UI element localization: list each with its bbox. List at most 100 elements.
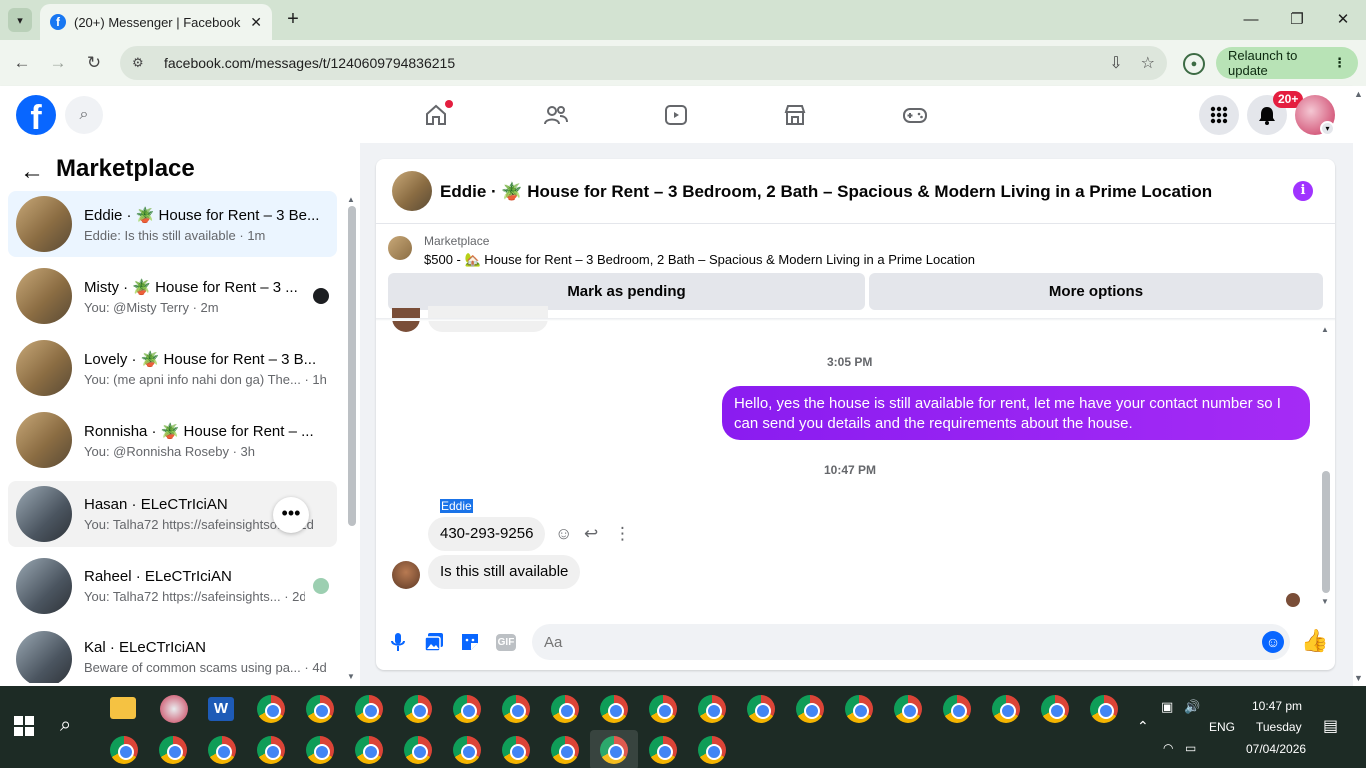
chrome-icon[interactable] — [992, 695, 1020, 723]
microphone-icon[interactable] — [387, 631, 409, 653]
marketplace-icon[interactable] — [782, 102, 808, 128]
conversation-item[interactable]: Raheel · ELeCTrIciAN You: Talha72 https:… — [8, 553, 337, 619]
chrome-icon[interactable] — [453, 695, 481, 723]
chrome-icon[interactable] — [502, 736, 530, 764]
chrome-icon[interactable] — [355, 736, 383, 764]
search-icon[interactable]: ⌕ — [60, 714, 71, 737]
more-actions-icon[interactable]: ⋮ — [614, 524, 631, 544]
chrome-icon[interactable] — [551, 695, 579, 723]
address-bar[interactable]: ⚙ facebook.com/messages/t/12406097948362… — [120, 46, 1167, 80]
chrome-icon[interactable] — [159, 736, 187, 764]
thumbs-up-icon[interactable]: 👍 — [1301, 628, 1328, 654]
chrome-icon[interactable] — [649, 695, 677, 723]
app-icon[interactable] — [160, 695, 188, 723]
mark-as-pending-button[interactable]: Mark as pending — [388, 273, 865, 310]
outgoing-message-bubble[interactable]: Hello, yes the house is still available … — [722, 386, 1310, 440]
show-hidden-icons[interactable]: ⌃ — [1137, 718, 1149, 735]
more-menu-icon[interactable]: ⋮ — [1333, 55, 1346, 71]
new-tab-button[interactable]: + — [282, 8, 304, 30]
conversation-item[interactable]: Kal · ELeCTrIciAN Beware of common scams… — [8, 625, 337, 683]
chrome-icon[interactable] — [747, 695, 775, 723]
conversation-item[interactable]: Eddie · 🪴 House for Rent – 3 Be... Eddie… — [8, 191, 337, 257]
clock-time[interactable]: 10:47 pm — [1252, 699, 1302, 713]
chrome-icon[interactable] — [1090, 695, 1118, 723]
video-icon[interactable] — [663, 102, 689, 128]
photo-icon[interactable] — [423, 631, 445, 653]
message-input[interactable] — [532, 624, 1290, 660]
gif-icon[interactable]: GIF — [495, 631, 517, 653]
browser-tab[interactable]: f (20+) Messenger | Facebook ✕ — [40, 4, 272, 40]
install-app-icon[interactable]: ⇩ — [1109, 53, 1122, 73]
chrome-icon-active[interactable] — [590, 730, 638, 770]
chrome-icon[interactable] — [355, 695, 383, 723]
chrome-icon[interactable] — [404, 695, 432, 723]
clock-date[interactable]: 07/04/2026 — [1246, 742, 1306, 756]
conversation-item[interactable]: Ronnisha · 🪴 House for Rent – ... You: @… — [8, 407, 337, 473]
sender-avatar[interactable] — [392, 561, 420, 589]
camera-icon[interactable]: ▣ — [1161, 699, 1173, 715]
scroll-down-arrow-icon[interactable]: ▼ — [347, 672, 355, 681]
profile-icon[interactable]: ● — [1183, 53, 1205, 75]
conversation-item[interactable]: Lovely · 🪴 House for Rent – 3 B... You: … — [8, 335, 337, 401]
scroll-up-arrow-icon[interactable]: ▲ — [1354, 89, 1363, 99]
battery-icon[interactable]: ▭ — [1185, 741, 1196, 755]
info-icon[interactable]: i — [1293, 181, 1313, 201]
chrome-icon[interactable] — [894, 695, 922, 723]
chat-header-avatar[interactable] — [392, 171, 432, 211]
bookmark-star-icon[interactable]: ☆ — [1141, 53, 1155, 73]
back-arrow-icon[interactable]: ← — [20, 158, 44, 186]
chrome-icon[interactable] — [845, 695, 873, 723]
chrome-icon[interactable] — [551, 736, 579, 764]
chrome-icon[interactable] — [306, 736, 334, 764]
gaming-icon[interactable] — [902, 102, 928, 128]
chrome-icon[interactable] — [404, 736, 432, 764]
clock-day[interactable]: Tuesday — [1256, 720, 1302, 734]
chrome-icon[interactable] — [1041, 695, 1069, 723]
friends-icon[interactable] — [543, 102, 569, 128]
chrome-icon[interactable] — [600, 695, 628, 723]
file-explorer-icon[interactable] — [110, 697, 136, 719]
chrome-icon[interactable] — [208, 736, 236, 764]
page-scrollbar[interactable] — [1353, 86, 1366, 686]
chrome-icon[interactable] — [453, 736, 481, 764]
emoji-icon[interactable]: ☺ — [1262, 631, 1284, 653]
chrome-icon[interactable] — [306, 695, 334, 723]
chrome-icon[interactable] — [698, 736, 726, 764]
back-button[interactable]: ← — [10, 51, 34, 75]
chrome-icon[interactable] — [257, 736, 285, 764]
chrome-icon[interactable] — [257, 695, 285, 723]
incoming-message-bubble[interactable]: 430-293-9256 — [428, 517, 546, 551]
chat-title[interactable]: Eddie · 🪴 House for Rent – 3 Bedroom, 2 … — [440, 182, 1212, 202]
chrome-icon[interactable] — [698, 695, 726, 723]
chrome-icon[interactable] — [943, 695, 971, 723]
sidebar-scroll-thumb[interactable] — [348, 206, 356, 526]
scroll-up-arrow-icon[interactable]: ▲ — [347, 195, 355, 204]
wifi-icon[interactable]: ◠ — [1163, 741, 1173, 755]
notifications-icon[interactable]: ▤ — [1323, 716, 1338, 736]
chrome-icon[interactable] — [502, 695, 530, 723]
scroll-down-arrow-icon[interactable]: ▼ — [1321, 597, 1329, 606]
chrome-icon[interactable] — [110, 736, 138, 764]
search-icon[interactable]: ⌕ — [65, 96, 103, 134]
listing-description[interactable]: $500 - 🏡 House for Rent – 3 Bedroom, 2 B… — [424, 252, 975, 268]
reply-icon[interactable]: ↩ — [584, 524, 598, 544]
volume-icon[interactable]: 🔊 — [1184, 699, 1200, 715]
react-emoji-icon[interactable]: ☺ — [555, 524, 572, 544]
chevron-down-icon[interactable]: ▾ — [1320, 121, 1335, 136]
site-settings-icon[interactable]: ⚙ — [132, 55, 152, 71]
word-icon[interactable]: W — [208, 697, 234, 721]
chrome-icon[interactable] — [649, 736, 677, 764]
conversation-more-button[interactable]: ••• — [273, 497, 309, 533]
chrome-icon[interactable] — [796, 695, 824, 723]
close-window-button[interactable]: ✕ — [1328, 8, 1358, 32]
scroll-down-arrow-icon[interactable]: ▼ — [1354, 673, 1363, 683]
conversation-item[interactable]: Misty · 🪴 House for Rent – 3 ... You: @M… — [8, 263, 337, 329]
sticker-icon[interactable] — [459, 631, 481, 653]
menu-grid-icon[interactable] — [1199, 95, 1239, 135]
restore-button[interactable]: ❐ — [1282, 8, 1312, 32]
windows-start-icon[interactable] — [14, 716, 34, 736]
tab-search-button[interactable]: ▾ — [8, 8, 32, 32]
relaunch-update-button[interactable]: Relaunch to update ⋮ — [1216, 47, 1358, 79]
more-options-button[interactable]: More options — [869, 273, 1323, 310]
scroll-up-arrow-icon[interactable]: ▲ — [1321, 325, 1329, 334]
